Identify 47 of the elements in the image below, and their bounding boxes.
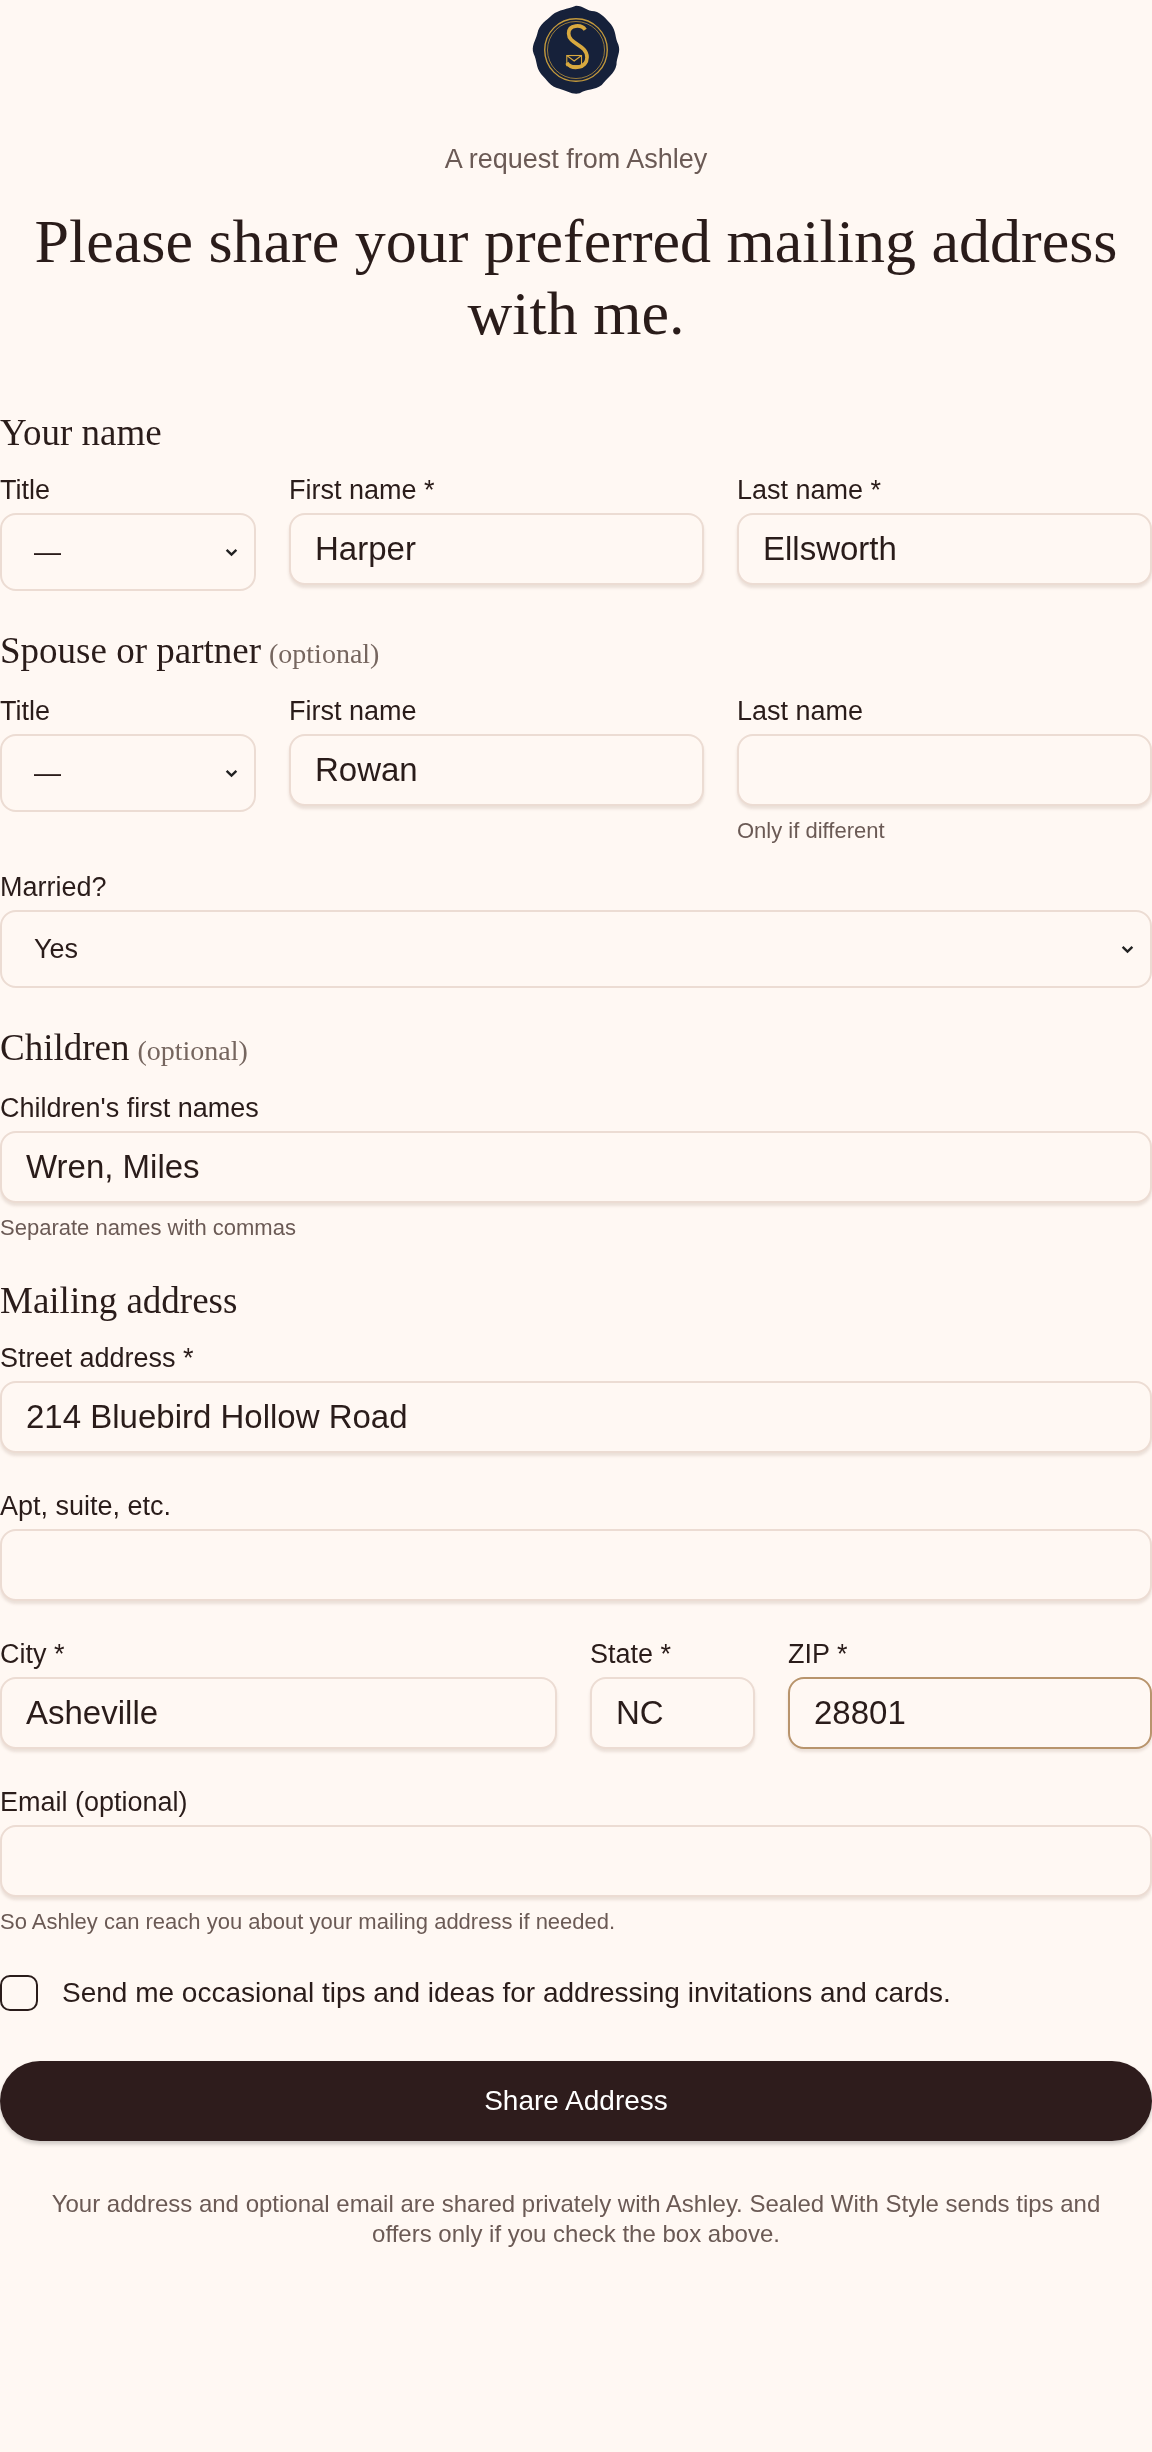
field-label: City *	[0, 1639, 66, 1669]
chevron-down-icon	[225, 768, 238, 778]
checkbox[interactable]	[0, 1975, 38, 2011]
text-field[interactable]: 214 Bluebird Hollow Road	[0, 1381, 1152, 1453]
section-note: (optional)	[137, 1034, 248, 1068]
field-hint: So Ashley can reach you about your mailing address if needed.	[0, 1909, 617, 1935]
field-label: Title	[0, 696, 51, 726]
section-heading: Mailing address	[0, 1279, 238, 1323]
field-label: Last name	[737, 696, 865, 726]
dropdown[interactable]: —	[0, 734, 256, 812]
checkbox-label: Send me occasional tips and ideas for addressing invitations and cards.	[62, 1977, 951, 2009]
share-address-button[interactable]: Share Address	[0, 2061, 1152, 2141]
field-label: Married?	[0, 872, 108, 902]
text-field[interactable]: Harper	[289, 513, 704, 585]
section-heading: Your name	[0, 411, 162, 455]
request-line: A request from Ashley	[444, 144, 708, 175]
wax-seal-logo-icon	[530, 4, 622, 96]
dropdown[interactable]: —	[0, 513, 256, 591]
text-field[interactable]: NC	[590, 1677, 755, 1749]
dropdown[interactable]: Yes	[0, 910, 1152, 988]
field-label: Title	[0, 475, 51, 505]
privacy-note: Your address and optional email are shared privately with Ashley. Sealed With Style sends tips and offers only if you check the box above.	[50, 2189, 1102, 2249]
text-field[interactable]	[0, 1529, 1152, 1601]
section-heading: Children	[0, 1026, 130, 1070]
section-heading: Spouse or partner	[0, 629, 261, 673]
field-label: Street address *	[0, 1343, 195, 1373]
chevron-down-icon	[1121, 944, 1134, 954]
field-label: Email (optional)	[0, 1787, 189, 1817]
field-label: Apt, suite, etc.	[0, 1491, 173, 1521]
text-field[interactable]: Ellsworth	[737, 513, 1152, 585]
field-label: Last name *	[737, 475, 883, 505]
field-label: Children's first names	[0, 1093, 260, 1123]
text-field[interactable]	[0, 1825, 1152, 1897]
text-field[interactable]: Wren, Miles	[0, 1131, 1152, 1203]
field-label: First name *	[289, 475, 436, 505]
page-heading: Please share your preferred mailing address with me.	[33, 206, 1119, 349]
field-label: First name	[289, 696, 418, 726]
section-note: (optional)	[269, 637, 380, 671]
field-label: ZIP *	[788, 1639, 849, 1669]
text-field[interactable]	[737, 734, 1152, 806]
text-field[interactable]: Rowan	[289, 734, 704, 806]
field-hint: Only if different	[737, 818, 886, 844]
text-field[interactable]: 28801	[788, 1677, 1152, 1749]
text-field[interactable]: Asheville	[0, 1677, 557, 1749]
field-hint: Separate names with commas	[0, 1215, 297, 1241]
chevron-down-icon	[225, 547, 238, 557]
field-label: State *	[590, 1639, 673, 1669]
